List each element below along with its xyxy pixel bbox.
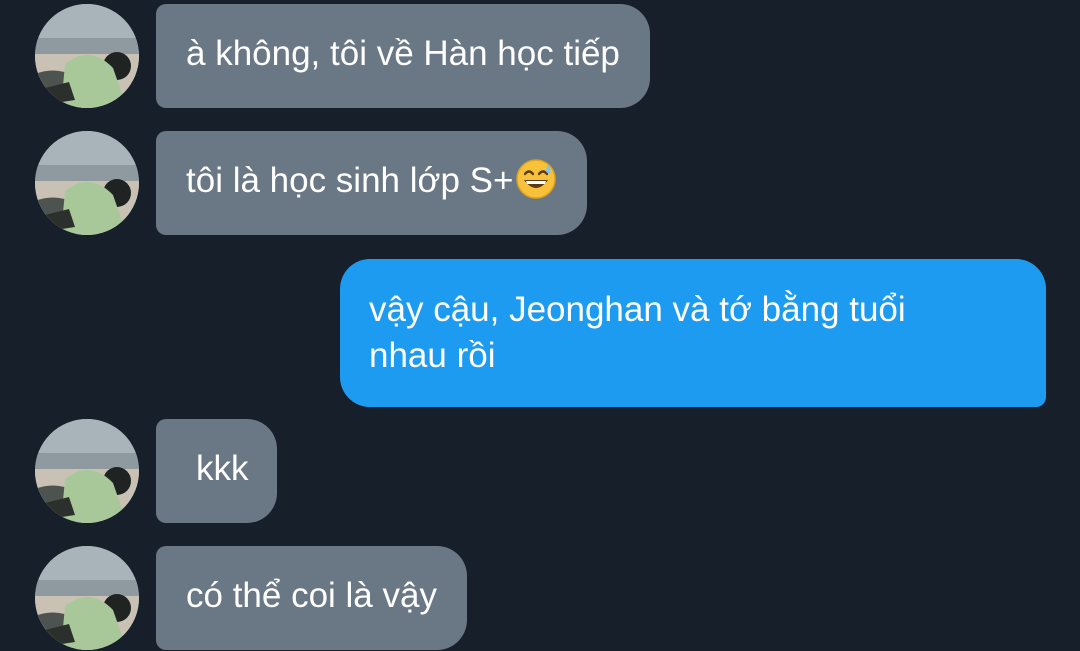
- message-row: à không, tôi về Hàn học tiếp: [0, 4, 1080, 108]
- message-text: có thể coi là vậy: [186, 576, 437, 615]
- message-row: kkk: [0, 419, 1080, 523]
- message-text: tôi là học sinh lớp S+: [186, 161, 514, 200]
- grinning-face-with-sweat-icon: [515, 158, 557, 200]
- message-text: à không, tôi về Hàn học tiếp: [186, 34, 620, 73]
- message-row: vậy cậu, Jeonghan và tớ bằng tuổi nhau r…: [0, 259, 1080, 407]
- avatar-photo-icon: [35, 4, 139, 108]
- chat-thread: à không, tôi về Hàn học tiếp tôi là học …: [0, 0, 1080, 651]
- message-text: kkk: [196, 449, 249, 488]
- avatar-photo-icon: [35, 546, 139, 650]
- sender-avatar[interactable]: [35, 546, 139, 650]
- received-message-bubble[interactable]: à không, tôi về Hàn học tiếp: [156, 4, 650, 108]
- message-row: có thể coi là vậy: [0, 546, 1080, 650]
- avatar-photo-icon: [35, 419, 139, 523]
- received-message-bubble[interactable]: kkk: [156, 419, 277, 523]
- received-message-bubble[interactable]: tôi là học sinh lớp S+: [156, 131, 588, 235]
- message-text-line-2: nhau rồi: [369, 336, 496, 375]
- sender-avatar[interactable]: [35, 4, 139, 108]
- sent-message-bubble[interactable]: vậy cậu, Jeonghan và tớ bằng tuổi nhau r…: [340, 259, 1046, 407]
- sender-avatar[interactable]: [35, 419, 139, 523]
- message-row: tôi là học sinh lớp S+: [0, 131, 1080, 235]
- message-text-line-1: vậy cậu, Jeonghan và tớ bằng tuổi: [369, 290, 906, 329]
- received-message-bubble[interactable]: có thể coi là vậy: [156, 546, 467, 650]
- avatar-photo-icon: [35, 131, 139, 235]
- sender-avatar[interactable]: [35, 131, 139, 235]
